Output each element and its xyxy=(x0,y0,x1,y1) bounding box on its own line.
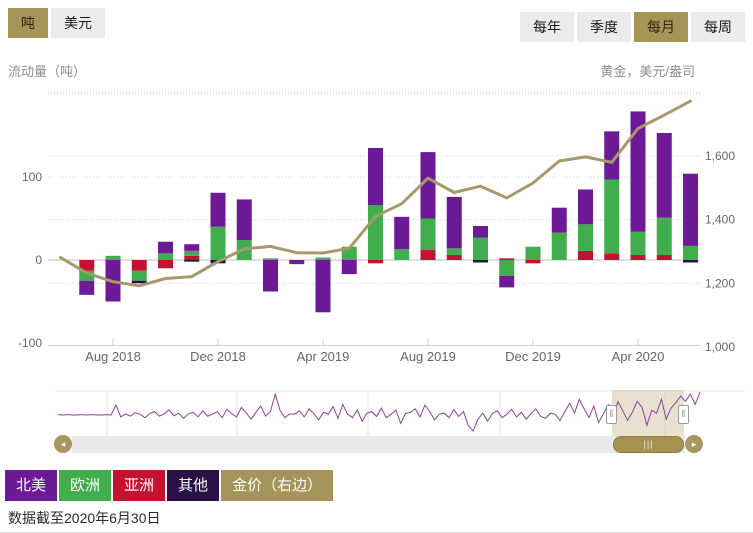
legend-item-gold-price[interactable]: 金价（右边） xyxy=(221,470,334,501)
navigator-series-line xyxy=(57,392,701,432)
unit-toggle: 吨 美元 xyxy=(8,8,105,38)
svg-text:1,000: 1,000 xyxy=(705,340,735,354)
right-axis-title: 黄金，美元/盎司 xyxy=(600,64,695,79)
legend: 北美 欧洲 亚洲 其他 金价（右边） xyxy=(5,470,334,501)
svg-text:-100: -100 xyxy=(18,336,42,350)
svg-text:Dec 2018: Dec 2018 xyxy=(190,349,246,364)
svg-text:100: 100 xyxy=(22,170,42,184)
freq-button-quarterly[interactable]: 季度 xyxy=(577,12,631,42)
scroll-right-arrow-icon[interactable]: ▸ xyxy=(685,435,703,453)
svg-text:1,600: 1,600 xyxy=(705,149,735,163)
frequency-toggle: 每年 季度 每月 每周 xyxy=(520,12,745,42)
svg-text:Dec 2019: Dec 2019 xyxy=(505,349,561,364)
freq-button-weekly[interactable]: 每周 xyxy=(691,12,745,42)
scrollbar-track[interactable] xyxy=(72,436,685,453)
flow-bars[interactable] xyxy=(79,111,698,313)
freq-button-yearly[interactable]: 每年 xyxy=(520,12,574,42)
svg-text:1,200: 1,200 xyxy=(705,276,735,290)
freq-button-monthly[interactable]: 每月 xyxy=(634,12,688,42)
svg-text:0: 0 xyxy=(35,253,42,267)
svg-text:Aug 2019: Aug 2019 xyxy=(400,349,456,364)
unit-button-tonnes[interactable]: 吨 xyxy=(8,8,48,38)
legend-item-north-america[interactable]: 北美 xyxy=(5,470,58,501)
scroll-left-arrow-icon[interactable]: ◂ xyxy=(54,435,72,453)
scrollbar-thumb[interactable]: ||| xyxy=(613,436,684,453)
legend-item-asia[interactable]: 亚洲 xyxy=(113,470,166,501)
svg-text:Aug 2018: Aug 2018 xyxy=(85,349,141,364)
unit-button-usd[interactable]: 美元 xyxy=(51,8,105,38)
svg-text:1,400: 1,400 xyxy=(705,213,735,227)
legend-item-other[interactable]: 其他 xyxy=(167,470,220,501)
svg-text:Apr 2019: Apr 2019 xyxy=(297,349,350,364)
svg-text:Apr 2020: Apr 2020 xyxy=(612,349,665,364)
legend-item-europe[interactable]: 欧洲 xyxy=(59,470,112,501)
navigator-right-handle-icon[interactable]: ‖ xyxy=(678,405,689,424)
navigator-chart[interactable] xyxy=(0,390,753,440)
data-as-of-note: 数据截至2020年6月30日 xyxy=(8,510,161,526)
left-axis-title: 流动量（吨） xyxy=(8,64,87,79)
main-chart[interactable]: 100 0 -100 1,600 1,400 1,200 1,000 Aug 2018 Dec … xyxy=(0,0,753,380)
navigator-left-handle-icon[interactable]: ‖ xyxy=(606,405,617,424)
navigator-selection[interactable] xyxy=(612,390,684,440)
